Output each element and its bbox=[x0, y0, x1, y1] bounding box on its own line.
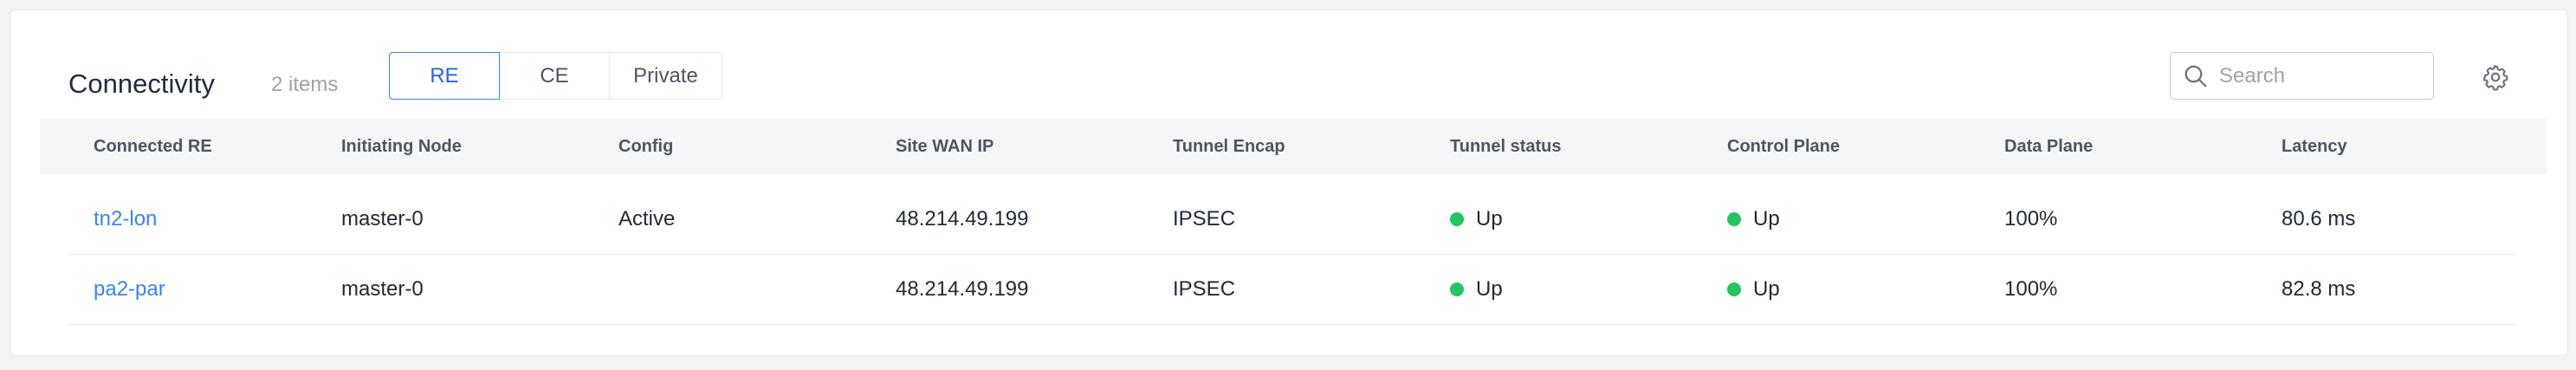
col-initiating-node[interactable]: Initiating Node bbox=[341, 119, 462, 174]
tunnel-encap: IPSEC bbox=[1173, 207, 1236, 230]
control-plane-label: Up bbox=[1753, 207, 1780, 230]
latency: 80.6 ms bbox=[2282, 207, 2356, 230]
site-wan-ip: 48.214.49.199 bbox=[896, 207, 1029, 230]
search-box bbox=[2170, 52, 2434, 100]
tunnel-status: Up bbox=[1450, 184, 1503, 254]
status-up-dot bbox=[1727, 211, 1741, 226]
latency: 82.8 ms bbox=[2282, 277, 2356, 301]
tab-group: RE CE Private bbox=[389, 52, 722, 100]
site-wan-ip: 48.214.49.199 bbox=[896, 277, 1029, 301]
search-input[interactable] bbox=[2217, 62, 2420, 89]
table-header: Connected RE Initiating Node Config Site… bbox=[40, 119, 2547, 174]
col-connected-re[interactable]: Connected RE bbox=[94, 119, 212, 174]
tunnel-encap: IPSEC bbox=[1173, 277, 1236, 301]
col-site-wan-ip[interactable]: Site WAN IP bbox=[896, 119, 994, 174]
table-row[interactable]: pa2-par master-0 48.214.49.199 IPSEC Up … bbox=[68, 254, 2516, 325]
tab-private[interactable]: Private bbox=[610, 52, 722, 100]
table-row[interactable]: tn2-lon master-0 Active 48.214.49.199 IP… bbox=[68, 184, 2516, 255]
control-plane-label: Up bbox=[1753, 277, 1780, 301]
data-plane: 100% bbox=[2004, 207, 2058, 230]
tunnel-status-label: Up bbox=[1476, 277, 1503, 301]
col-tunnel-encap[interactable]: Tunnel Encap bbox=[1173, 119, 1285, 174]
col-control-plane[interactable]: Control Plane bbox=[1727, 119, 1840, 174]
control-plane-status: Up bbox=[1727, 184, 1780, 254]
tunnel-status-label: Up bbox=[1476, 207, 1503, 230]
col-config[interactable]: Config bbox=[618, 119, 673, 174]
status-up-dot bbox=[1450, 282, 1464, 296]
col-tunnel-status[interactable]: Tunnel status bbox=[1450, 119, 1562, 174]
control-plane-status: Up bbox=[1727, 254, 1780, 324]
tab-re[interactable]: RE bbox=[389, 52, 500, 100]
col-latency[interactable]: Latency bbox=[2282, 119, 2347, 174]
search-icon bbox=[2184, 65, 2207, 87]
tab-ce[interactable]: CE bbox=[500, 52, 610, 100]
initiating-node: master-0 bbox=[341, 207, 424, 230]
item-count: 2 items bbox=[271, 73, 339, 96]
tunnel-status: Up bbox=[1450, 254, 1503, 324]
connectivity-card: Connectivity 2 items RE CE Private Conne… bbox=[10, 10, 2568, 356]
config-value: Active bbox=[618, 207, 676, 230]
status-up-dot bbox=[1450, 211, 1464, 226]
connected-re-link[interactable]: pa2-par bbox=[94, 254, 165, 324]
data-plane: 100% bbox=[2004, 277, 2058, 301]
status-up-dot bbox=[1727, 282, 1741, 296]
initiating-node: master-0 bbox=[341, 277, 424, 301]
page-title: Connectivity bbox=[68, 68, 215, 99]
col-data-plane[interactable]: Data Plane bbox=[2004, 119, 2093, 174]
gear-icon[interactable] bbox=[2482, 63, 2509, 91]
connected-re-link[interactable]: tn2-lon bbox=[94, 184, 157, 254]
